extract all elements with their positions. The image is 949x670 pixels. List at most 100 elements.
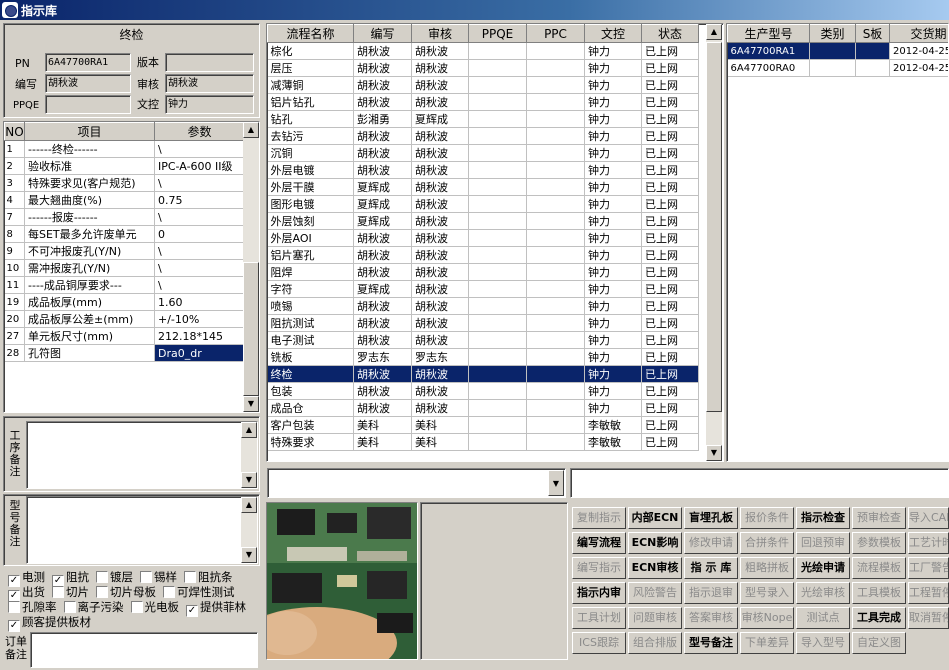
checkbox-镀层[interactable]: 镀层: [96, 570, 133, 584]
checkbox-孔隙率[interactable]: 孔隙率: [8, 600, 57, 614]
flow-row[interactable]: 客户包装 美科 美科 李敏敏 已上网: [267, 416, 699, 434]
action-button-工具完成[interactable]: 工具完成: [852, 607, 906, 629]
checkbox-电测[interactable]: ✓ 电测: [8, 570, 45, 587]
param-value-cell[interactable]: \: [154, 208, 245, 226]
scroll-up-icon[interactable]: ▲: [706, 24, 722, 40]
writer-field[interactable]: 胡秋波: [45, 74, 131, 93]
model-col-header-2[interactable]: S板: [855, 24, 890, 43]
param-value-cell[interactable]: +/-10%: [154, 310, 245, 328]
scroll-thumb[interactable]: [243, 262, 259, 396]
flow-row[interactable]: 棕化 胡秋波 胡秋波 钟力 已上网: [267, 42, 699, 60]
flow-row[interactable]: 铝片塞孔 胡秋波 胡秋波 钟力 已上网: [267, 246, 699, 264]
flow-row[interactable]: 成品仓 胡秋波 胡秋波 钟力 已上网: [267, 399, 699, 417]
param-row[interactable]: 20 成品板厚公差±(mm) +/-10%: [4, 310, 245, 328]
checkbox-离子污染[interactable]: 离子污染: [63, 600, 124, 614]
flow-row[interactable]: 外层电镀 胡秋波 胡秋波 钟力 已上网: [267, 161, 699, 179]
param-row[interactable]: 28 孔符图 Dra0_dr: [4, 344, 245, 362]
param-row[interactable]: 10 需冲报废孔(Y/N) \: [4, 259, 245, 277]
flow-row[interactable]: 阻抗测试 胡秋波 胡秋波 钟力 已上网: [267, 314, 699, 332]
flow-scrollbar[interactable]: ▲ ▼: [706, 24, 722, 461]
param-row[interactable]: 1 ------终检------ \: [4, 140, 245, 158]
flow-row[interactable]: 电子测试 胡秋波 胡秋波 钟力 已上网: [267, 331, 699, 349]
flow-row[interactable]: 喷锡 胡秋波 胡秋波 钟力 已上网: [267, 297, 699, 315]
process-notes-textarea[interactable]: ▲ ▼: [26, 421, 258, 489]
scroll-thumb[interactable]: [706, 42, 722, 412]
flow-row[interactable]: 去钻污 胡秋波 胡秋波 钟力 已上网: [267, 127, 699, 145]
flow-row[interactable]: 铝片钻孔 胡秋波 胡秋波 钟力 已上网: [267, 93, 699, 111]
flow-col-header-3[interactable]: PPQE: [468, 24, 527, 43]
checkbox-光电板[interactable]: 光电板: [130, 600, 179, 614]
flow-combo[interactable]: ▼: [267, 468, 566, 498]
param-col-header-2[interactable]: 参数: [154, 122, 245, 141]
reviewer-field[interactable]: 胡秋波: [165, 74, 254, 93]
flow-col-header-6[interactable]: 状态: [641, 24, 699, 43]
param-row[interactable]: 8 每SET最多允许废单元 0: [4, 225, 245, 243]
param-row[interactable]: 3 特殊要求见(客户规范) \: [4, 174, 245, 192]
control-field[interactable]: 钟力: [165, 95, 254, 114]
param-value-cell[interactable]: 0.75: [154, 191, 245, 209]
checkbox-unchecked-icon[interactable]: [130, 601, 143, 613]
scroll-down-icon[interactable]: ▼: [241, 472, 257, 488]
checkbox-unchecked-icon[interactable]: [63, 601, 76, 613]
checkbox-切片[interactable]: 切片: [52, 585, 89, 599]
flow-col-header-4[interactable]: PPC: [526, 24, 585, 43]
flow-row[interactable]: 减薄铜 胡秋波 胡秋波 钟力 已上网: [267, 76, 699, 94]
param-row[interactable]: 4 最大翘曲度(%) 0.75: [4, 191, 245, 209]
action-button-内部ECN[interactable]: 内部ECN: [628, 507, 682, 529]
scroll-up-icon[interactable]: ▲: [243, 122, 259, 138]
flow-row[interactable]: 图形电镀 夏辉成 胡秋波 钟力 已上网: [267, 195, 699, 213]
model-col-header-3[interactable]: 交货期: [889, 24, 948, 43]
param-value-cell[interactable]: \: [154, 242, 245, 260]
checkbox-unchecked-icon[interactable]: [96, 586, 108, 598]
action-button-ECN影响[interactable]: ECN影响: [628, 532, 682, 554]
param-value-cell[interactable]: \: [154, 174, 245, 192]
param-value-cell[interactable]: 0: [154, 225, 245, 243]
model-notes-textarea[interactable]: ▲ ▼: [26, 496, 258, 564]
action-button-盲埋孔板[interactable]: 盲埋孔板: [684, 507, 738, 529]
flow-row[interactable]: 字符 夏辉成 胡秋波 钟力 已上网: [267, 280, 699, 298]
param-scrollbar[interactable]: ▲ ▼: [243, 122, 259, 412]
checkbox-checked-icon[interactable]: ✓: [186, 605, 198, 617]
param-col-header-1[interactable]: 项目: [24, 122, 155, 141]
flow-row[interactable]: 外层干膜 夏辉成 胡秋波 钟力 已上网: [267, 178, 699, 196]
param-row[interactable]: 9 不可冲报废孔(Y/N) \: [4, 242, 245, 260]
checkbox-checked-icon[interactable]: ✓: [8, 620, 20, 632]
ppqe-field[interactable]: [45, 95, 131, 114]
scroll-down-icon[interactable]: ▼: [241, 547, 257, 563]
right-input[interactable]: [570, 468, 949, 498]
flow-col-header-0[interactable]: 流程名称: [267, 24, 354, 43]
action-button-ECN审核[interactable]: ECN审核: [628, 557, 682, 579]
flow-row[interactable]: 外层AOI 胡秋波 胡秋波 钟力 已上网: [267, 229, 699, 247]
flow-row[interactable]: 沉铜 胡秋波 胡秋波 钟力 已上网: [267, 144, 699, 162]
scroll-down-icon[interactable]: ▼: [706, 445, 722, 461]
pn-field[interactable]: 6A47700RA1: [45, 53, 131, 72]
checkbox-锡样[interactable]: 锡样: [140, 570, 177, 584]
checkbox-unchecked-icon[interactable]: [8, 601, 20, 613]
flow-row[interactable]: 终检 胡秋波 胡秋波 钟力 已上网: [267, 365, 699, 383]
version-field[interactable]: [165, 53, 254, 72]
action-button-型号备注[interactable]: 型号备注: [684, 632, 738, 654]
scroll-down-icon[interactable]: ▼: [243, 396, 259, 412]
checkbox-切片母板[interactable]: 切片母板: [96, 585, 156, 599]
param-row[interactable]: 19 成品板厚(mm) 1.60: [4, 293, 245, 311]
checkbox-顾客提供板材[interactable]: ✓ 顾客提供板材: [8, 615, 91, 632]
checkbox-unchecked-icon[interactable]: [184, 571, 196, 583]
checkbox-提供菲林[interactable]: ✓ 提供菲林: [186, 600, 246, 617]
param-row[interactable]: 7 ------报废------ \: [4, 208, 245, 226]
flow-col-header-5[interactable]: 文控: [584, 24, 642, 43]
param-value-cell[interactable]: 212.18*145: [154, 327, 245, 345]
param-row[interactable]: 11 ----成品铜厚要求--- \: [4, 276, 245, 294]
param-value-cell[interactable]: Dra0_dr: [154, 344, 245, 362]
param-row[interactable]: 2 验收标准 IPC-A-600 II级: [4, 157, 245, 175]
checkbox-unchecked-icon[interactable]: [96, 571, 108, 583]
scroll-up-icon[interactable]: ▲: [241, 422, 257, 438]
flow-row[interactable]: 阻焊 胡秋波 胡秋波 钟力 已上网: [267, 263, 699, 281]
action-button-光绘申请[interactable]: 光绘申请: [796, 557, 850, 579]
checkbox-unchecked-icon[interactable]: [140, 571, 152, 583]
model-row[interactable]: 6A47700RA0 2012-04-25: [727, 59, 948, 77]
process-notes-scrollbar[interactable]: ▲ ▼: [241, 422, 257, 488]
checkbox-unchecked-icon[interactable]: [52, 586, 64, 598]
model-col-header-1[interactable]: 类别: [809, 24, 856, 43]
checkbox-阻抗条[interactable]: 阻抗条: [184, 570, 233, 584]
order-notes-field[interactable]: [30, 632, 258, 668]
